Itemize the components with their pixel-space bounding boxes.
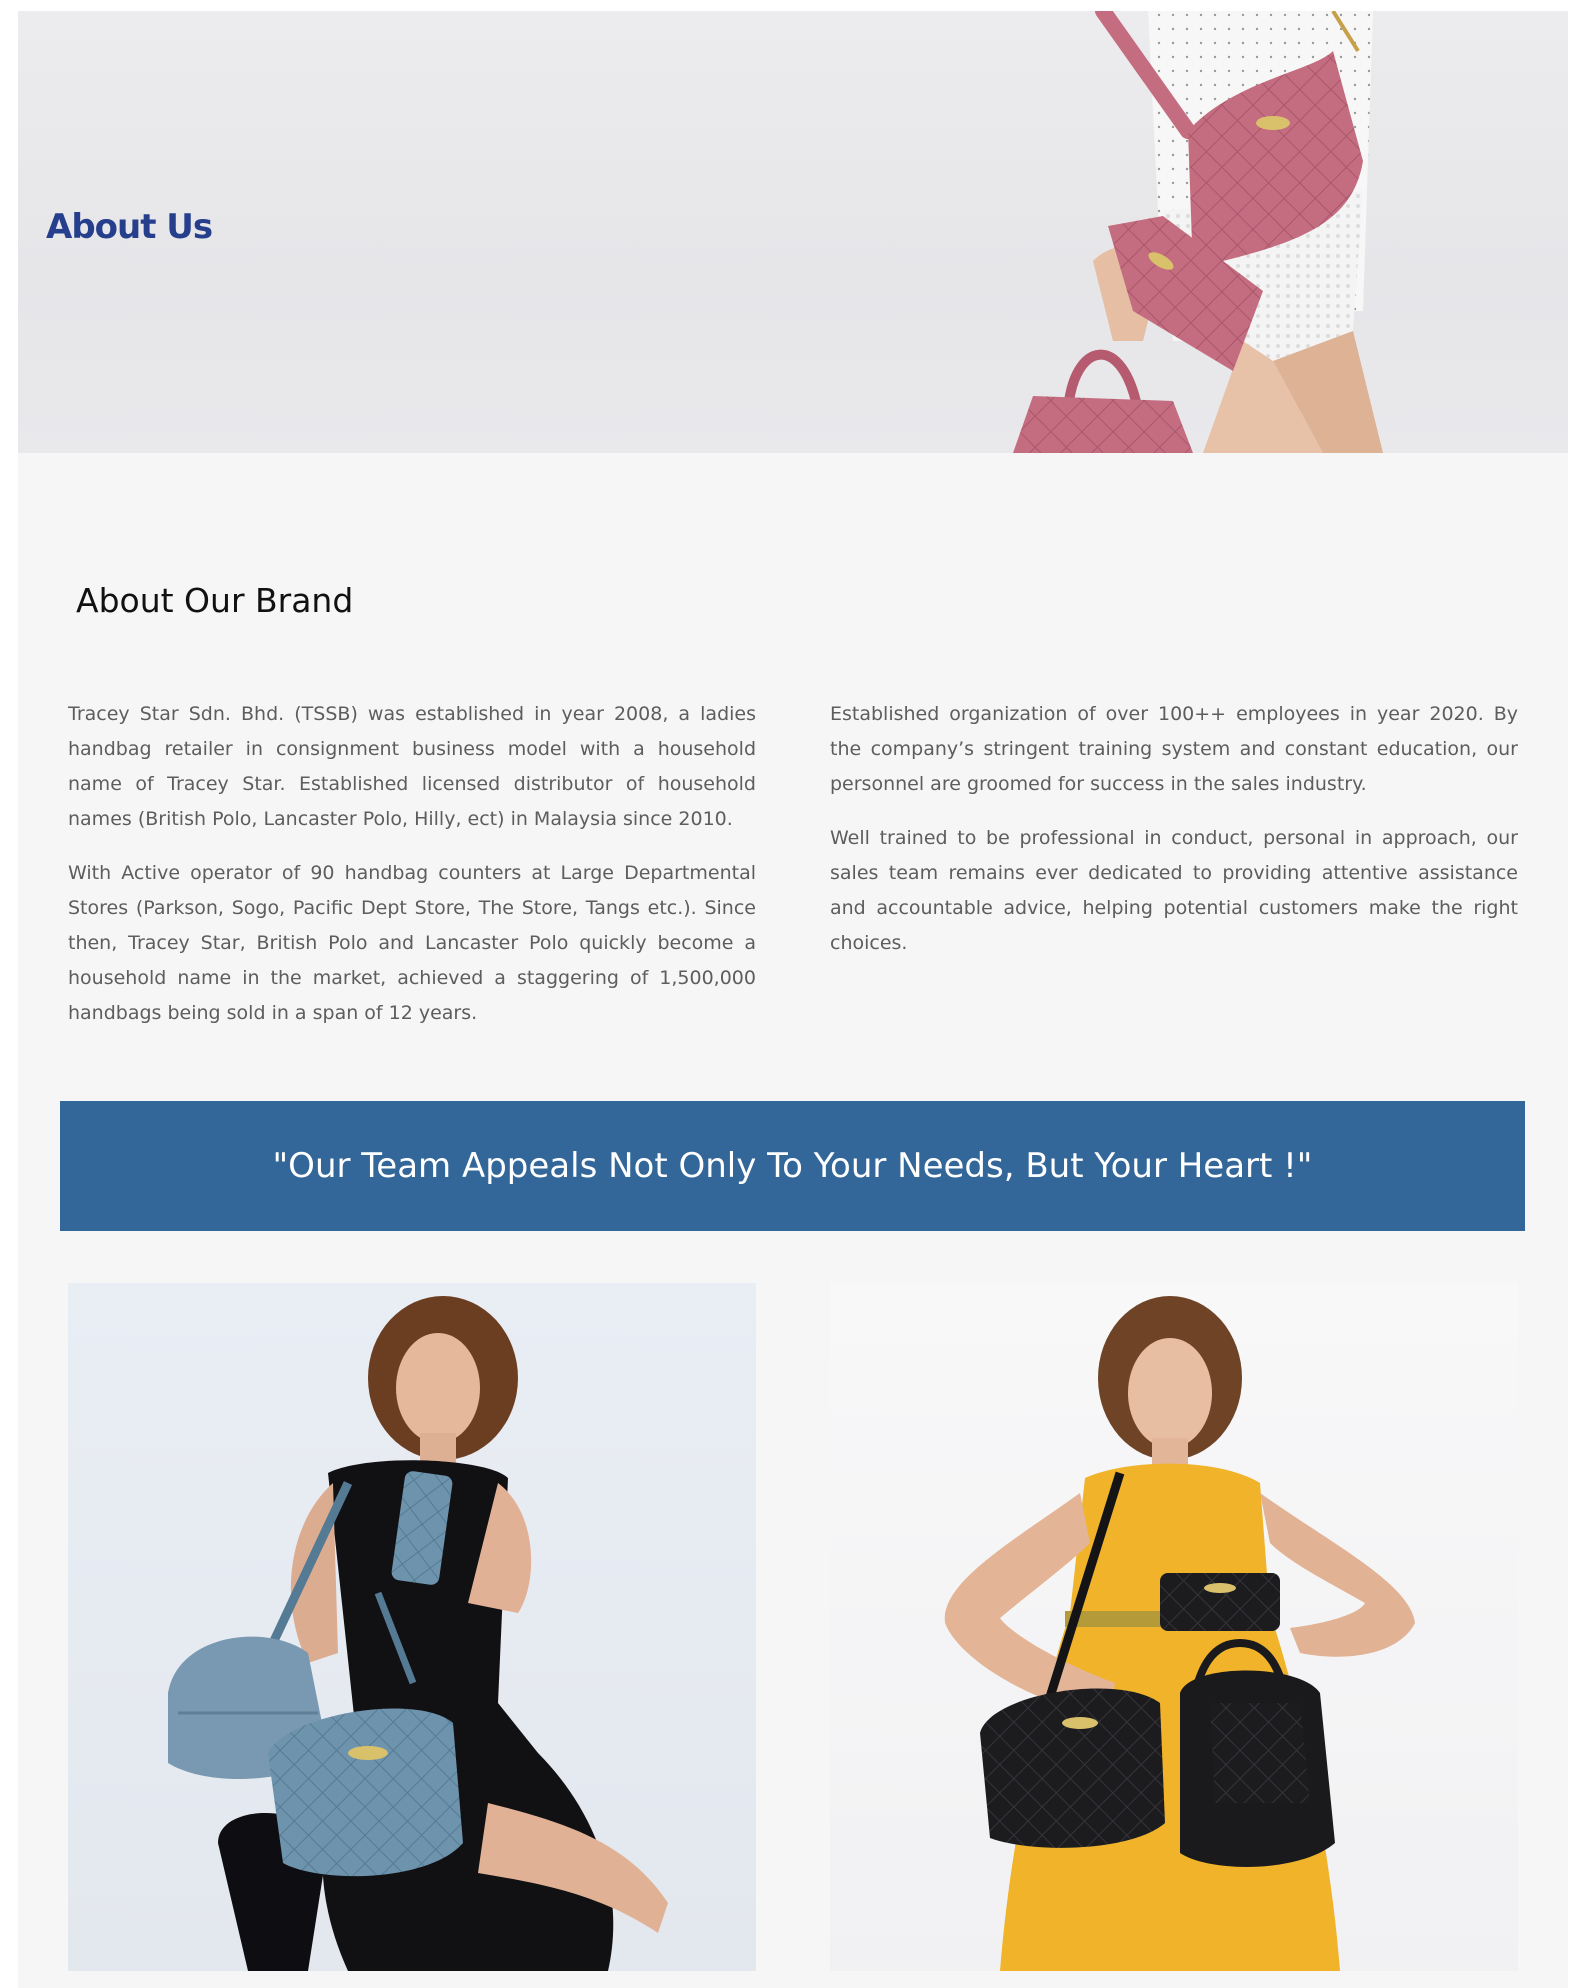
hero-banner: About Us: [18, 11, 1568, 453]
team-quote-banner: "Our Team Appeals Not Only To Your Needs…: [60, 1101, 1525, 1231]
brand-paragraph: Established organization of over 100++ e…: [830, 703, 1518, 795]
brand-paragraph: With Active operator of 90 handbag count…: [68, 862, 756, 1024]
page-title: About Us: [46, 207, 213, 247]
about-page: About Us About Our Brand Tracey Star Sdn…: [18, 11, 1568, 1988]
brand-paragraph: Tracey Star Sdn. Bhd. (TSSB) was establi…: [68, 703, 756, 830]
brand-section-title: About Our Brand: [76, 581, 354, 620]
brand-text-right: Established organization of over 100++ e…: [830, 697, 1518, 980]
team-photo-black-bags: [830, 1283, 1518, 1971]
team-photo-blue-bags: [68, 1283, 756, 1971]
brand-text-left: Tracey Star Sdn. Bhd. (TSSB) was establi…: [68, 697, 756, 1050]
team-quote: "Our Team Appeals Not Only To Your Needs…: [272, 1146, 1313, 1186]
hero-image: [973, 11, 1568, 453]
brand-paragraph: Well trained to be professional in condu…: [830, 827, 1518, 954]
